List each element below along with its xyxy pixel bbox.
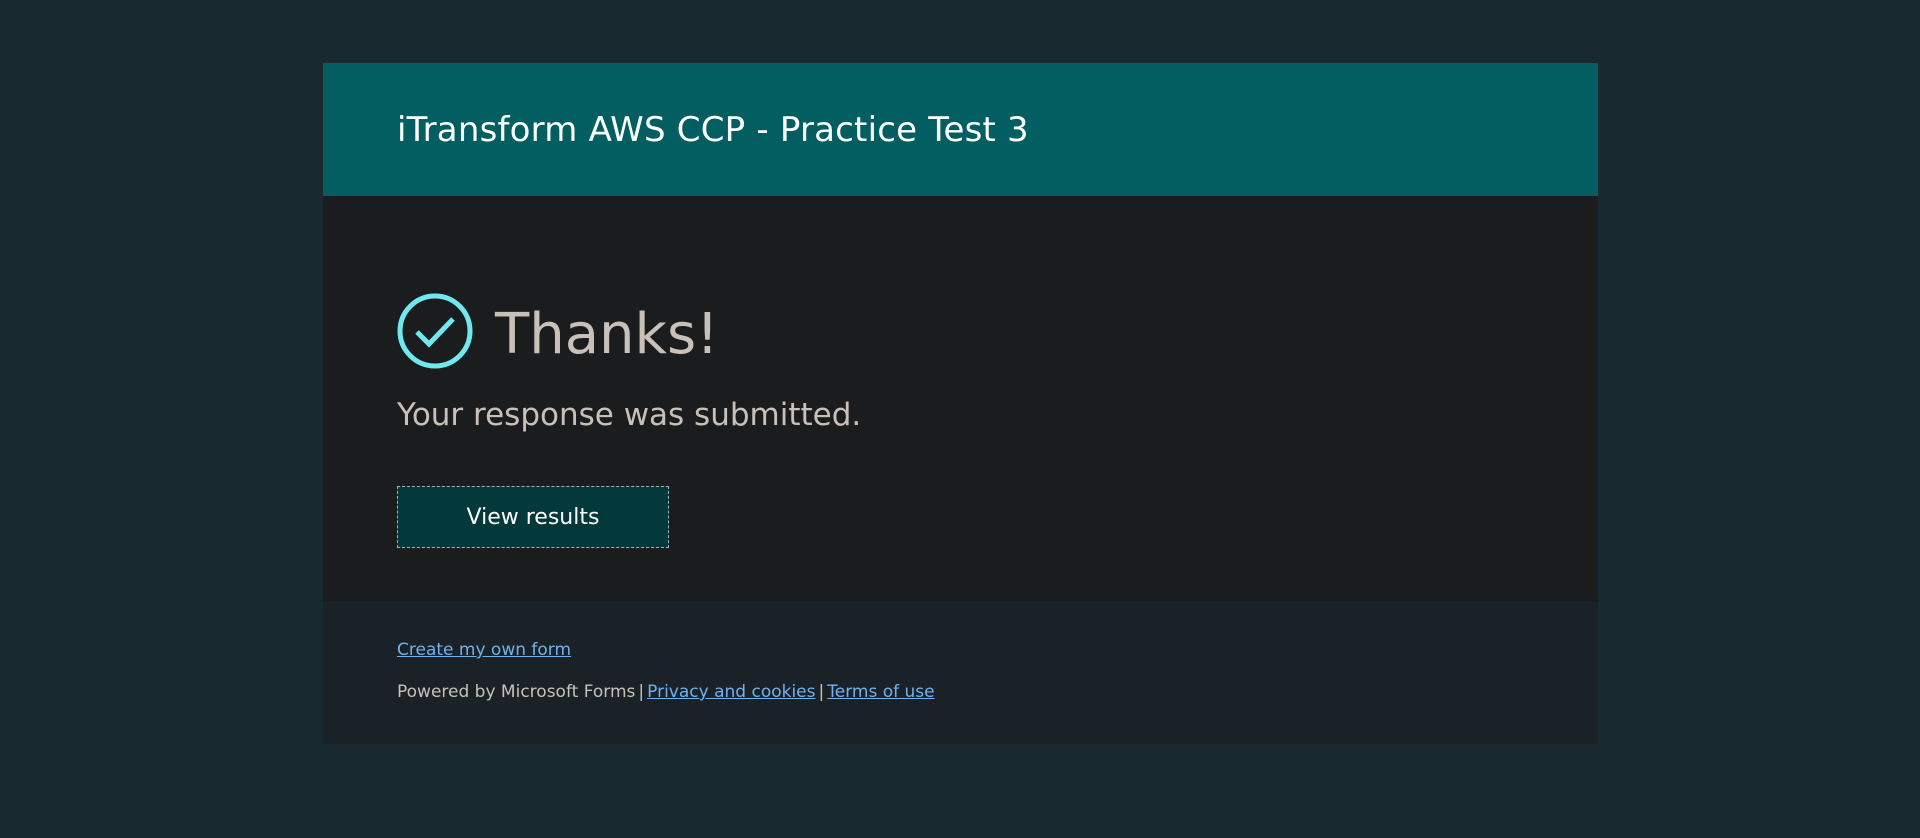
- form-header: iTransform AWS CCP - Practice Test 3: [323, 63, 1598, 196]
- separator: |: [818, 682, 825, 702]
- privacy-link[interactable]: Privacy and cookies: [647, 682, 815, 702]
- footer-links-row: Powered by Microsoft Forms | Privacy and c…: [397, 682, 1598, 702]
- form-footer: Create my own form Powered by Microsoft …: [323, 601, 1598, 744]
- create-form-link[interactable]: Create my own form: [397, 640, 571, 660]
- powered-by-text: Powered by Microsoft Forms: [397, 682, 636, 702]
- terms-link[interactable]: Terms of use: [827, 682, 934, 702]
- confirmation-panel: Thanks! Your response was submitted. Vie…: [323, 196, 1598, 601]
- view-results-button[interactable]: View results: [397, 486, 669, 548]
- checkmark-circle-icon: [397, 293, 473, 369]
- thanks-row: Thanks!: [397, 293, 1598, 369]
- submission-message: Your response was submitted.: [397, 397, 862, 433]
- form-title: iTransform AWS CCP - Practice Test 3: [397, 109, 1029, 150]
- separator: |: [638, 682, 645, 702]
- form-card: iTransform AWS CCP - Practice Test 3 Tha…: [323, 63, 1598, 744]
- thanks-heading: Thanks!: [495, 302, 719, 367]
